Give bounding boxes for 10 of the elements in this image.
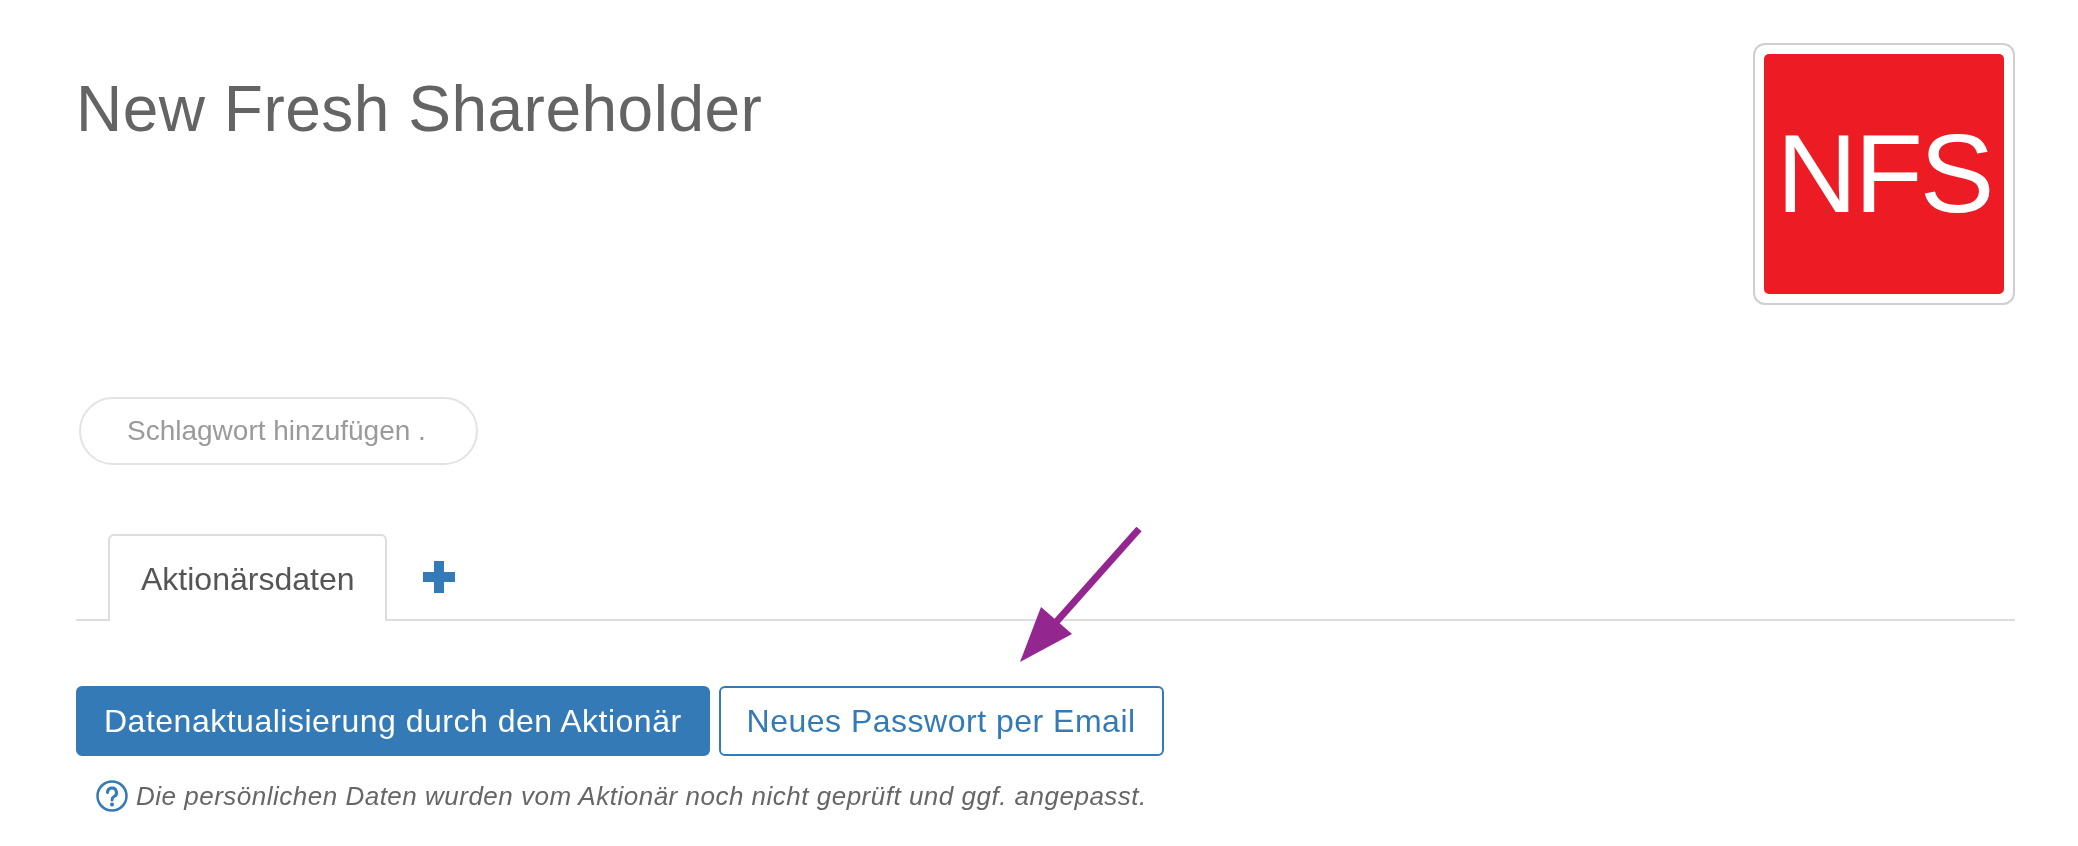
add-tab-button[interactable] (423, 560, 456, 593)
tag-input-field[interactable]: Schlagwort hinzufügen . (79, 397, 478, 465)
plus-icon (423, 560, 456, 593)
page-title: New Fresh Shareholder (76, 77, 763, 141)
tab[interactable]: Aktionärsdaten (108, 534, 388, 621)
help-icon (96, 780, 128, 812)
update-request-button[interactable]: Datenaktualisierung durch den Aktionär (76, 686, 710, 756)
logo: NFS (1764, 54, 2004, 294)
hint-text: Die persönlichen Daten wurden vom Aktionär noch nicht geprüft und ggf. angepasst. (136, 783, 1147, 809)
password-email-button[interactable]: Neues Passwort per Email (718, 686, 1164, 756)
